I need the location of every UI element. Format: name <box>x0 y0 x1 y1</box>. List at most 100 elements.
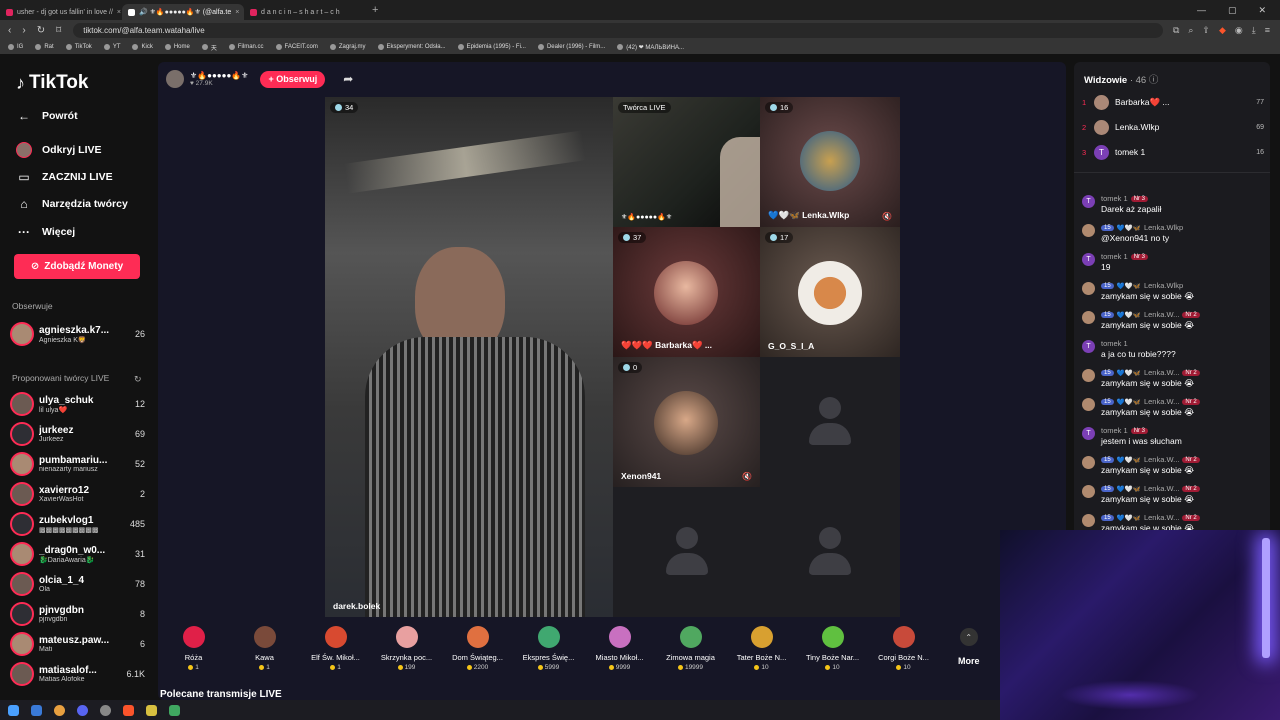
suggested-account[interactable]: zubekvlog1 ▩▩▩▩▩▩▩▩▩ 485 <box>10 510 145 538</box>
guest-video[interactable]: 37 ❤️❤️❤️ Barbarka❤️ ... <box>613 227 760 357</box>
bookmark-item[interactable]: IG <box>8 44 23 50</box>
gift-item[interactable]: Skrzynka poc... 199 <box>371 620 442 682</box>
follow-button[interactable]: + Obserwuj <box>260 70 326 88</box>
tiktok-logo[interactable]: ♪ TikTok <box>16 72 88 94</box>
browser-tab[interactable]: usher - dj got us fallin' in love // × <box>0 4 122 20</box>
taskbar-app-icon[interactable] <box>146 704 157 716</box>
avatar[interactable] <box>1082 398 1095 411</box>
message-user[interactable]: tomek 1 <box>1101 426 1128 435</box>
guest-video[interactable]: 0 Xenon941 🔇 <box>613 357 760 487</box>
message-user[interactable]: Lenka.W... <box>1144 484 1179 493</box>
avatar[interactable]: T <box>1082 427 1095 440</box>
download-icon[interactable]: ⤓ <box>1252 25 1256 36</box>
suggested-account[interactable]: pumbamariu... nienażarty mariusz 52 <box>10 450 145 478</box>
share-icon[interactable]: ⇪ <box>1202 25 1210 36</box>
avatar[interactable] <box>1082 369 1095 382</box>
avatar[interactable] <box>1082 514 1095 527</box>
avatar[interactable] <box>1082 485 1095 498</box>
suggested-account[interactable]: matiasalof... Matias Alofoke 6.1K <box>10 660 145 688</box>
browser-tab[interactable]: d a n c i n – s h a r t – c h <box>244 4 366 20</box>
more-gifts-button[interactable]: ⌃ More <box>958 628 980 666</box>
avatar[interactable] <box>1082 224 1095 237</box>
bookmark-item[interactable]: Filman.cc <box>228 44 264 50</box>
gift-item[interactable]: Corgi Boże N... 10 <box>868 620 939 682</box>
suggested-account[interactable]: olcia_1_4 Ola 78 <box>10 570 145 598</box>
guest-video[interactable]: 17 G_O_S_I_A <box>760 227 900 357</box>
reload-icon[interactable]: ↻ <box>37 25 45 36</box>
empty-seat[interactable] <box>760 357 900 487</box>
message-user[interactable]: Lenka.Wlkp <box>1144 281 1183 290</box>
avatar[interactable] <box>1082 282 1095 295</box>
nav-discover-live[interactable]: Odkryj LIVE <box>16 142 102 158</box>
get-coins-button[interactable]: ⊘ Zdobądź Monety <box>14 254 140 279</box>
shield-icon[interactable]: ◆ <box>1219 25 1226 36</box>
bookmark-item[interactable]: (42) ❤ МАЛЬВИНА... <box>617 44 684 51</box>
extension-icon[interactable]: ◉ <box>1235 25 1243 36</box>
message-user[interactable]: tomek 1 <box>1101 339 1128 348</box>
taskbar-app-icon[interactable] <box>100 704 111 716</box>
bookmark-item[interactable]: Rat <box>35 44 54 50</box>
zoom-icon[interactable]: ⌕ <box>1188 25 1193 36</box>
avatar[interactable] <box>1082 456 1095 469</box>
bookmark-item[interactable]: Zagraj.my <box>329 44 366 50</box>
bookmark-item[interactable]: YT <box>103 44 120 50</box>
host-name[interactable]: ⚜🔥●●●●●🔥⚜ <box>190 71 248 80</box>
gift-item[interactable]: Miasto Mikoł... 9999 <box>584 620 655 682</box>
start-icon[interactable] <box>8 704 19 716</box>
refresh-icon[interactable]: ↻ <box>134 374 142 385</box>
close-tab-icon[interactable]: × <box>117 9 121 16</box>
host-avatar[interactable] <box>166 70 184 88</box>
new-tab-icon[interactable]: + <box>372 4 378 16</box>
message-user[interactable]: Lenka.W... <box>1144 513 1179 522</box>
suggested-account[interactable]: xavierro12 XavierWasHot 2 <box>10 480 145 508</box>
url-input[interactable]: tiktok.com/@alfa.team.wataha/live <box>73 22 1163 38</box>
bookmark-item[interactable]: Epidemia (1995) - Fi... <box>457 44 526 50</box>
following-account[interactable]: agnieszka.k7... Agnieszka K🦁 26 <box>10 320 145 348</box>
top-viewer-row[interactable]: 3 Ttomek 1 16 <box>1082 142 1264 162</box>
maximize-icon[interactable]: ▢ <box>1228 5 1237 16</box>
message-user[interactable]: Lenka.W... <box>1144 368 1179 377</box>
close-tab-icon[interactable]: × <box>235 9 239 16</box>
suggested-account[interactable]: jurkeez Jurkeez 69 <box>10 420 145 448</box>
gift-item[interactable]: Tater Boże N... 10 <box>726 620 797 682</box>
empty-seat[interactable] <box>760 487 900 617</box>
brave-icon[interactable] <box>123 704 134 716</box>
minimize-icon[interactable]: — <box>1197 5 1206 16</box>
gift-item[interactable]: Róża 1 <box>158 620 229 682</box>
main-video[interactable]: 34 darek.bolek <box>325 97 613 617</box>
message-user[interactable]: Lenka.W... <box>1144 455 1179 464</box>
back-link[interactable]: ← Powrót <box>16 109 78 123</box>
creator-video[interactable]: Twórca LIVE ⚜🔥●●●●●🔥⚜ <box>613 97 760 227</box>
nav-more[interactable]: ··· Więcej <box>16 225 75 239</box>
avatar[interactable]: T <box>1082 340 1095 353</box>
gift-item[interactable]: Dom Świąteg... 2200 <box>442 620 513 682</box>
bookmark-icon[interactable]: ⌑ <box>56 25 61 36</box>
info-icon[interactable]: ⓘ <box>1149 75 1159 86</box>
taskbar-app-icon[interactable] <box>31 704 42 716</box>
top-viewer-row[interactable]: 1 Barbarka❤️ ... 77 <box>1082 92 1264 112</box>
suggested-account[interactable]: mateusz.paw... Mati 6 <box>10 630 145 658</box>
avatar[interactable] <box>1082 311 1095 324</box>
bookmark-item[interactable]: Eksperyment: Odsła... <box>377 44 446 50</box>
message-user[interactable]: Lenka.Wlkp <box>1144 223 1183 232</box>
avatar[interactable]: T <box>1082 195 1095 208</box>
bookmark-item[interactable]: Dealer (1996) - Film... <box>537 44 605 50</box>
discord-icon[interactable] <box>77 704 88 716</box>
taskbar-app-icon[interactable] <box>169 704 180 716</box>
empty-seat[interactable] <box>613 487 760 617</box>
share-icon[interactable]: ➦ <box>343 72 353 86</box>
gift-item[interactable]: Ekspres Świę... 5999 <box>513 620 584 682</box>
back-icon[interactable]: ‹ <box>8 25 11 36</box>
message-user[interactable]: tomek 1 <box>1101 252 1128 261</box>
bookmark-item[interactable]: TikTok <box>65 44 92 50</box>
menu-icon[interactable]: ≡ <box>1265 25 1270 36</box>
chrome-icon[interactable] <box>54 704 65 716</box>
forward-icon[interactable]: › <box>22 25 25 36</box>
browser-tab-active[interactable]: 🔊 ⚜🔥●●●●●🔥⚜ (@alfa.te × <box>122 4 244 20</box>
suggested-account[interactable]: ulya_schuk lil ulya❤️ 12 <box>10 390 145 418</box>
close-window-icon[interactable]: ✕ <box>1258 5 1266 16</box>
suggested-account[interactable]: pjnvgdbn pjnvgdbn 8 <box>10 600 145 628</box>
suggested-account[interactable]: _drag0n_w0... 🐉DariaAwaria🐉 31 <box>10 540 145 568</box>
bookmark-item[interactable]: Home <box>164 44 190 50</box>
nav-start-live[interactable]: ▭ ZACZNIJ LIVE <box>16 170 112 184</box>
